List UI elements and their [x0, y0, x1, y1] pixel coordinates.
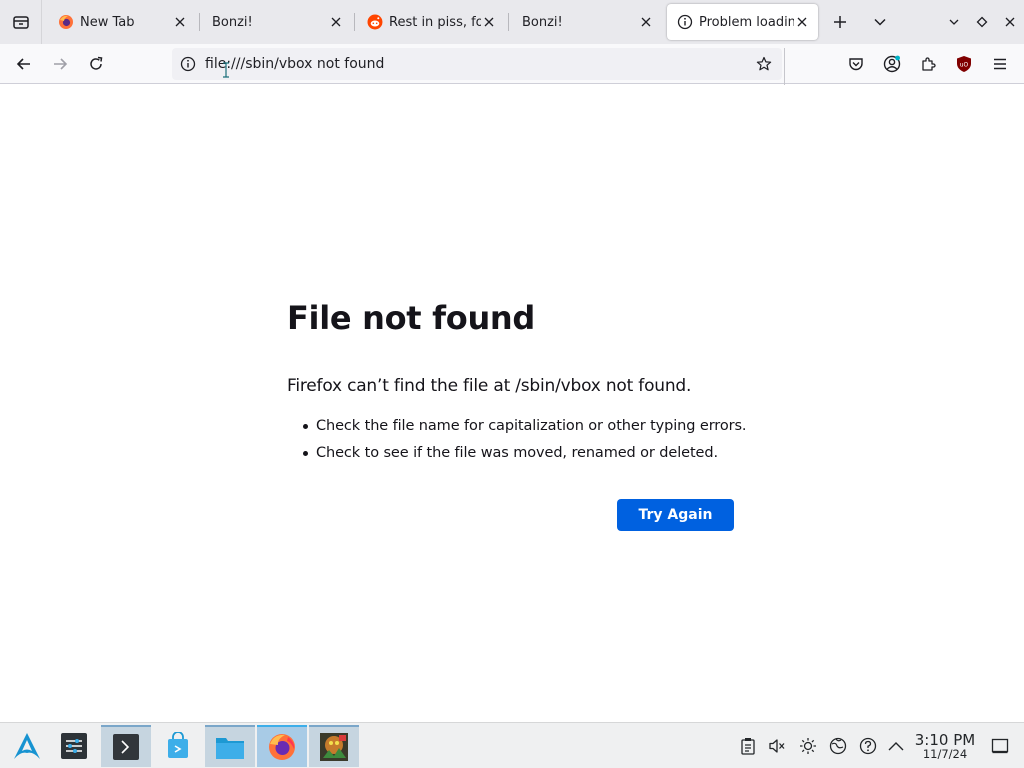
- network-icon[interactable]: [828, 736, 848, 756]
- list-all-tabs-button[interactable]: [866, 8, 894, 36]
- screen: New Tab Bonzi! Rest in piss, for Bonzi! …: [0, 0, 1024, 768]
- close-icon: [1004, 16, 1016, 28]
- tab-title: Bonzi!: [522, 14, 563, 30]
- minimize-chevron-icon: [948, 16, 960, 28]
- tab-separator: [508, 13, 509, 31]
- page-content: File not found Firefox can’t find the fi…: [0, 85, 1024, 722]
- system-settings-icon: [60, 732, 88, 760]
- reload-icon: [88, 56, 104, 72]
- close-tab-icon[interactable]: [638, 14, 654, 30]
- clock-date[interactable]: 11/7/24: [913, 747, 977, 761]
- ublock-origin-button[interactable]: uO: [950, 50, 978, 78]
- discover-button[interactable]: [153, 725, 203, 767]
- suggestion-item: Check the file name for capitalization o…: [303, 416, 747, 443]
- window-maximize-button[interactable]: [968, 8, 996, 36]
- forward-button[interactable]: [46, 50, 74, 78]
- tray-expand-icon[interactable]: [886, 736, 906, 756]
- show-desktop-icon[interactable]: [990, 736, 1010, 756]
- suggestion-item: Check to see if the file was moved, rena…: [303, 443, 746, 470]
- brightness-icon[interactable]: [798, 736, 818, 756]
- discover-store-icon: [164, 732, 192, 760]
- system-settings-button[interactable]: [49, 725, 99, 767]
- app-launcher-icon: [12, 731, 42, 761]
- error-description: Firefox can’t find the file at /sbin/vbo…: [287, 376, 692, 396]
- tab-separator: [354, 13, 355, 31]
- taskbar: [0, 722, 1024, 768]
- try-again-button[interactable]: Try Again: [617, 499, 734, 531]
- extensions-icon: [920, 56, 936, 72]
- tab-title: Rest in piss, for: [389, 14, 481, 30]
- firefox-icon: [267, 732, 297, 762]
- reload-button[interactable]: [82, 50, 110, 78]
- extensions-button[interactable]: [914, 50, 942, 78]
- error-suggestions: Check the file name for capitalization o…: [303, 416, 747, 470]
- help-icon[interactable]: [858, 736, 878, 756]
- site-info-icon[interactable]: [174, 56, 202, 72]
- tab-separator: [199, 13, 200, 31]
- tab-reddit[interactable]: Rest in piss, for: [357, 4, 505, 40]
- firefox-view-icon: [12, 13, 30, 31]
- tab-title: Problem loadin: [699, 14, 794, 30]
- tab-strip: New Tab Bonzi! Rest in piss, for Bonzi! …: [0, 0, 1024, 44]
- info-icon: [677, 14, 693, 30]
- terminal-icon: [112, 733, 140, 761]
- tab-new-tab[interactable]: New Tab: [48, 4, 196, 40]
- clipboard-icon[interactable]: [738, 736, 758, 756]
- plus-icon: [833, 15, 847, 29]
- bookmark-star-icon[interactable]: [752, 52, 776, 76]
- window-minimize-button[interactable]: [940, 8, 968, 36]
- volume-muted-icon[interactable]: [767, 736, 787, 756]
- menu-icon: [992, 56, 1008, 72]
- account-button[interactable]: [878, 50, 906, 78]
- close-tab-icon[interactable]: [481, 14, 497, 30]
- firefox-view-button[interactable]: [0, 0, 42, 44]
- image-viewer-button[interactable]: [309, 725, 359, 767]
- file-manager-icon: [215, 734, 245, 760]
- firefox-icon: [58, 14, 74, 30]
- file-manager-button[interactable]: [205, 725, 255, 767]
- pocket-icon: [848, 56, 864, 72]
- arrow-right-icon: [52, 56, 68, 72]
- account-icon: [883, 55, 901, 73]
- arrow-left-icon: [16, 56, 32, 72]
- tab-title: Bonzi!: [212, 14, 253, 30]
- close-tab-icon[interactable]: [172, 14, 188, 30]
- error-title: File not found: [287, 299, 536, 337]
- address-text[interactable]: file:///sbin/vbox not found: [205, 56, 384, 72]
- app-menu-button[interactable]: [986, 50, 1014, 78]
- app-launcher-button[interactable]: [2, 725, 52, 767]
- window-close-button[interactable]: [996, 8, 1024, 36]
- firefox-taskbar-button[interactable]: [257, 725, 307, 767]
- tab-bonzi-1[interactable]: Bonzi!: [202, 4, 352, 40]
- chevron-down-icon: [873, 15, 887, 29]
- tab-bonzi-2[interactable]: Bonzi!: [512, 4, 662, 40]
- ublock-origin-icon: uO: [956, 55, 972, 73]
- close-tab-icon[interactable]: [794, 14, 810, 30]
- back-button[interactable]: [10, 50, 38, 78]
- maximize-diamond-icon: [976, 16, 988, 28]
- navigation-toolbar: file:///sbin/vbox not found uO: [0, 44, 1024, 84]
- text-cursor-icon: [222, 62, 230, 78]
- svg-text:uO: uO: [960, 62, 969, 69]
- address-bar[interactable]: file:///sbin/vbox not found: [172, 48, 782, 80]
- terminal-button[interactable]: [101, 725, 151, 767]
- pocket-button[interactable]: [842, 50, 870, 78]
- reddit-icon: [367, 14, 383, 30]
- image-viewer-icon: [319, 732, 349, 762]
- tab-problem-loading[interactable]: Problem loadin: [667, 4, 818, 40]
- new-tab-button[interactable]: [826, 8, 854, 36]
- tab-title: New Tab: [80, 14, 135, 30]
- close-tab-icon[interactable]: [328, 14, 344, 30]
